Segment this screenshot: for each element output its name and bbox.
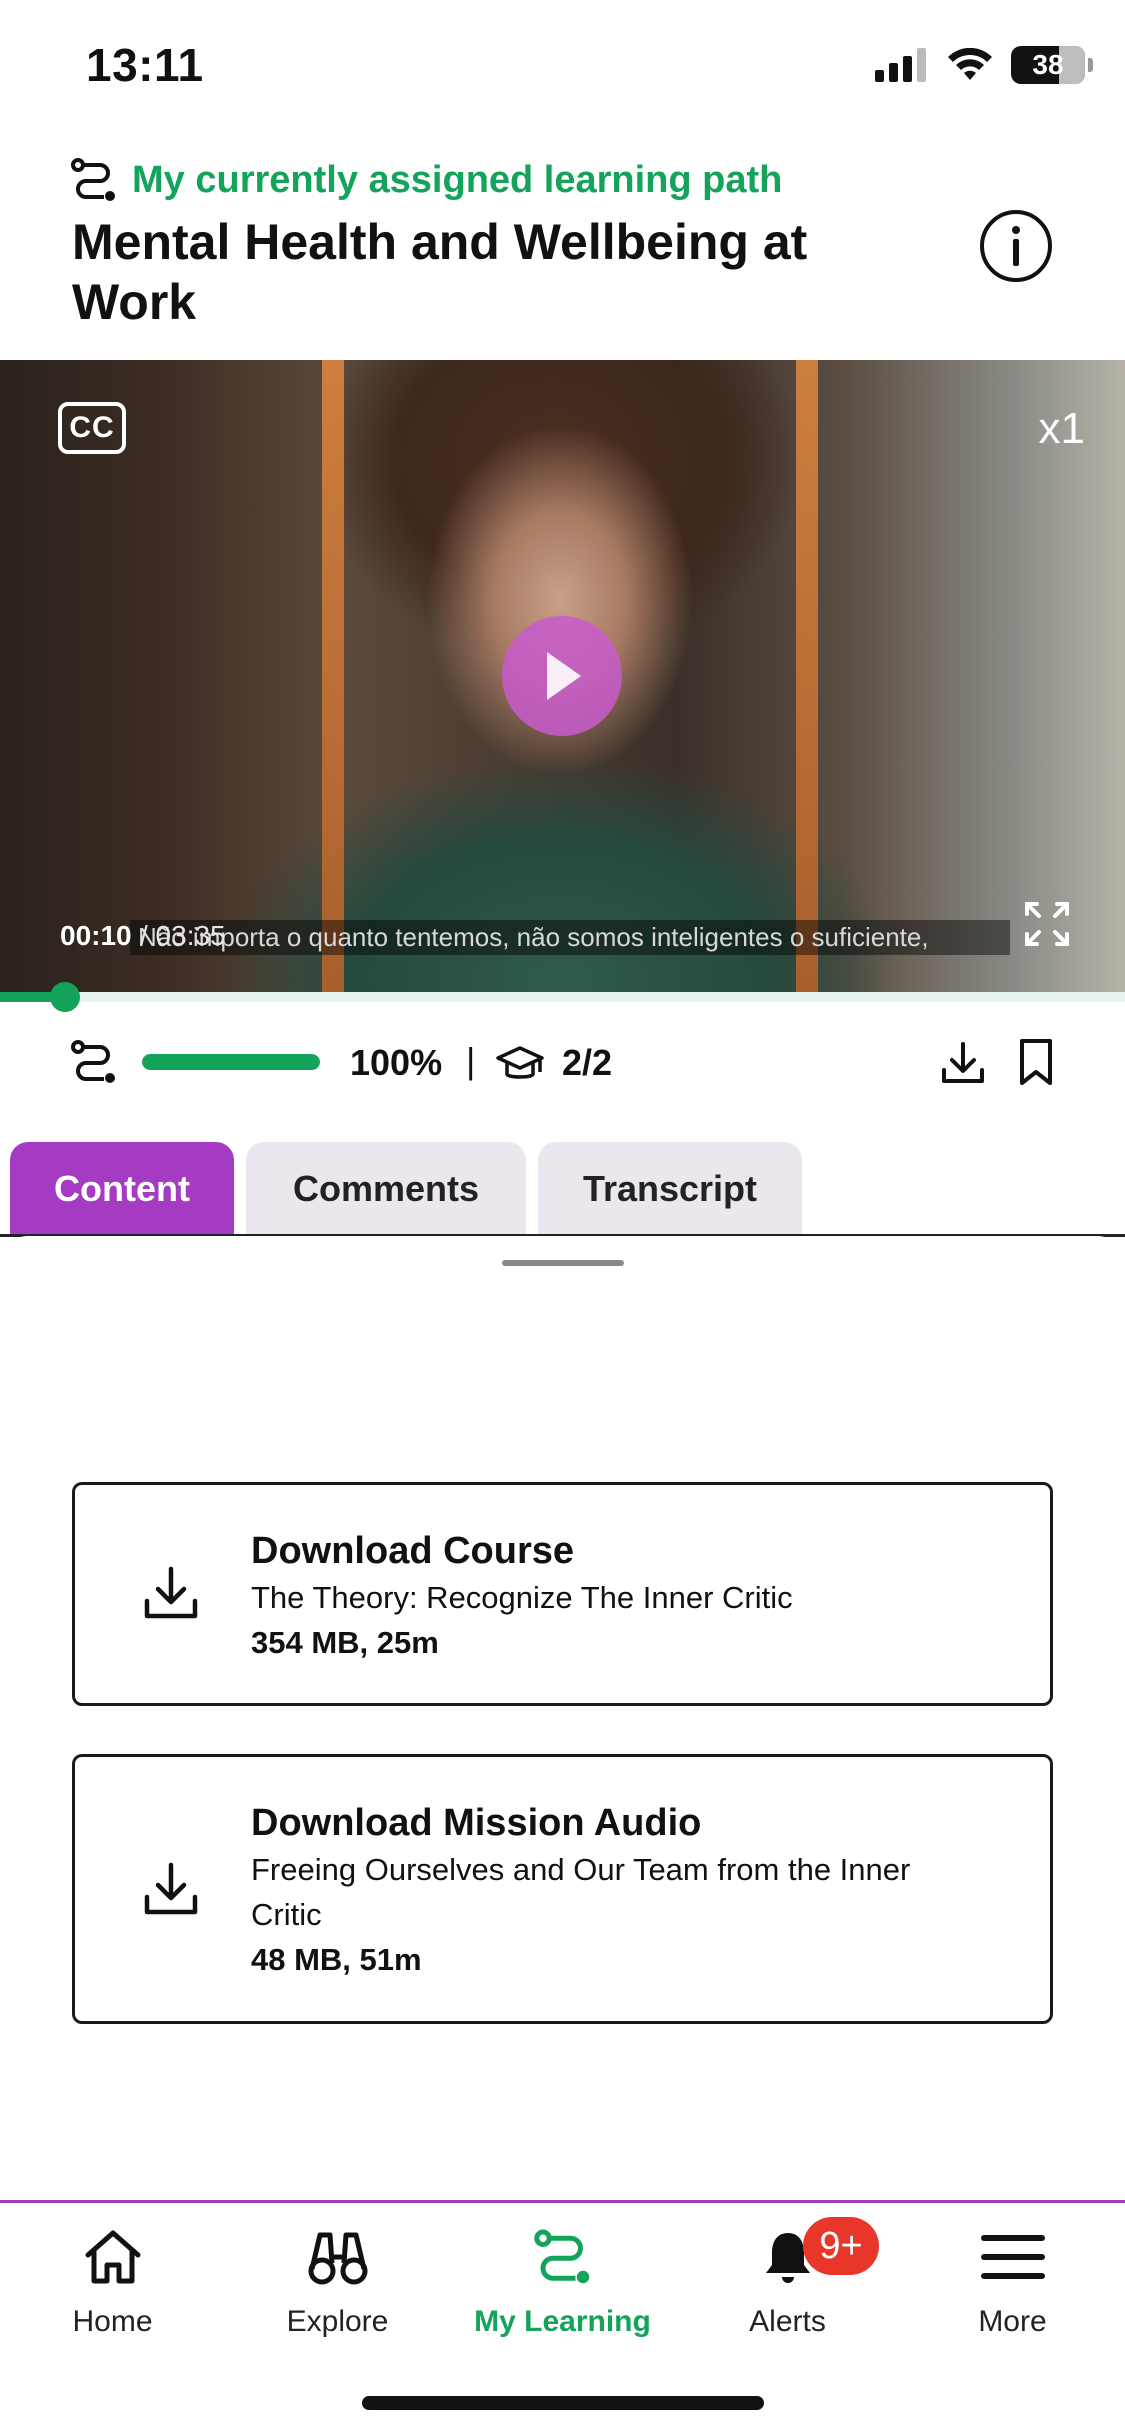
learning-path-icon (71, 158, 115, 201)
video-scrubber-handle[interactable] (50, 982, 81, 1012)
playback-speed-button[interactable]: x1 (1039, 404, 1085, 454)
signal-icon (875, 48, 926, 82)
download-course-meta: 354 MB, 25m (251, 1625, 439, 1660)
video-subtitle: Não importa o quanto tentemos, não somos… (130, 920, 1010, 955)
download-icon[interactable] (940, 1040, 986, 1086)
video-frame-detail (796, 360, 818, 992)
path-progress-row: 100% | 2/2 (0, 1030, 1125, 1100)
current-time: 00:10 (60, 920, 132, 951)
course-header: My currently assigned learning path Ment… (0, 150, 1125, 360)
play-icon (547, 652, 581, 700)
download-course-subtitle: The Theory: Recognize The Inner Critic (251, 1580, 793, 1615)
assigned-path-label: My currently assigned learning path (132, 158, 783, 201)
learning-path-icon (533, 2229, 589, 2284)
modules-completed: 2/2 (562, 1042, 613, 1083)
tab-content[interactable]: Content (10, 1142, 234, 1236)
nav-more[interactable]: More (900, 2217, 1125, 2347)
nav-home[interactable]: Home (0, 2217, 225, 2347)
learning-path-icon (71, 1040, 115, 1083)
download-course-title: Download Course (251, 1530, 575, 1572)
download-audio-title: Download Mission Audio (251, 1802, 702, 1844)
home-indicator (362, 2396, 764, 2410)
total-time: / 03:35 (140, 920, 226, 951)
download-audio-meta: 48 MB, 51m (251, 1942, 422, 1977)
page-title: Mental Health and Wellbeing at Work (72, 214, 808, 330)
alerts-badge: 9+ (803, 2217, 879, 2275)
tab-comments[interactable]: Comments (246, 1142, 526, 1236)
nav-more-label: More (978, 2305, 1047, 2338)
status-bar: 13:11 38 (0, 0, 1125, 140)
download-audio-subtitle: Freeing Ourselves and Our Team from the … (251, 1852, 911, 1932)
assigned-path-line: My currently assigned learning path (70, 158, 782, 202)
nav-my-learning[interactable]: My Learning (450, 2217, 675, 2347)
graduation-cap-icon (496, 1046, 544, 1079)
download-course-text: Download Course The Theory: Recognize Th… (251, 1527, 793, 1665)
path-progress-bar (142, 1054, 320, 1070)
home-icon (85, 2230, 140, 2284)
play-button[interactable] (502, 616, 622, 736)
sheet-drag-handle[interactable] (502, 1260, 624, 1266)
download-icon (144, 1566, 198, 1619)
nav-explore-label: Explore (286, 2305, 389, 2338)
video-player[interactable]: CC x1 Não importa o quanto tentemos, não… (0, 360, 1125, 992)
status-icons: 38 (875, 46, 1093, 84)
path-progress-fill (142, 1054, 320, 1070)
download-course-card[interactable]: Download Course The Theory: Recognize Th… (72, 1482, 1053, 1706)
nav-my-learning-label: My Learning (474, 2305, 651, 2338)
video-progress-bar[interactable] (0, 982, 1125, 1012)
menu-icon (980, 2235, 1045, 2279)
nav-alerts-label: Alerts (749, 2305, 826, 2338)
battery-icon: 38 (1011, 46, 1093, 84)
wifi-icon (948, 48, 992, 80)
content-tabs: Content Comments Transcript (10, 1142, 802, 1236)
download-icon (144, 1862, 198, 1915)
nav-explore[interactable]: Explore (225, 2217, 450, 2347)
path-progress-percent: 100% (350, 1042, 443, 1083)
content-sheet: Download Course The Theory: Recognize Th… (0, 1236, 1125, 2200)
download-mission-audio-card[interactable]: Download Mission Audio Freeing Ourselves… (72, 1754, 1053, 2024)
binoculars-icon (308, 2232, 367, 2285)
status-time: 13:11 (86, 39, 204, 91)
stats-separator: | (466, 1040, 476, 1081)
nav-home-label: Home (72, 2305, 153, 2338)
video-frame-detail (322, 360, 344, 992)
info-icon[interactable] (978, 208, 1054, 284)
battery-level: 38 (1032, 49, 1064, 80)
fullscreen-icon[interactable] (1023, 900, 1071, 948)
closed-captions-button[interactable]: CC (58, 402, 126, 454)
download-audio-text: Download Mission Audio Freeing Ourselves… (251, 1799, 951, 1982)
bookmark-icon[interactable] (1018, 1038, 1054, 1086)
nav-alerts[interactable]: 9+ Alerts (675, 2217, 900, 2347)
tab-transcript[interactable]: Transcript (538, 1142, 802, 1236)
